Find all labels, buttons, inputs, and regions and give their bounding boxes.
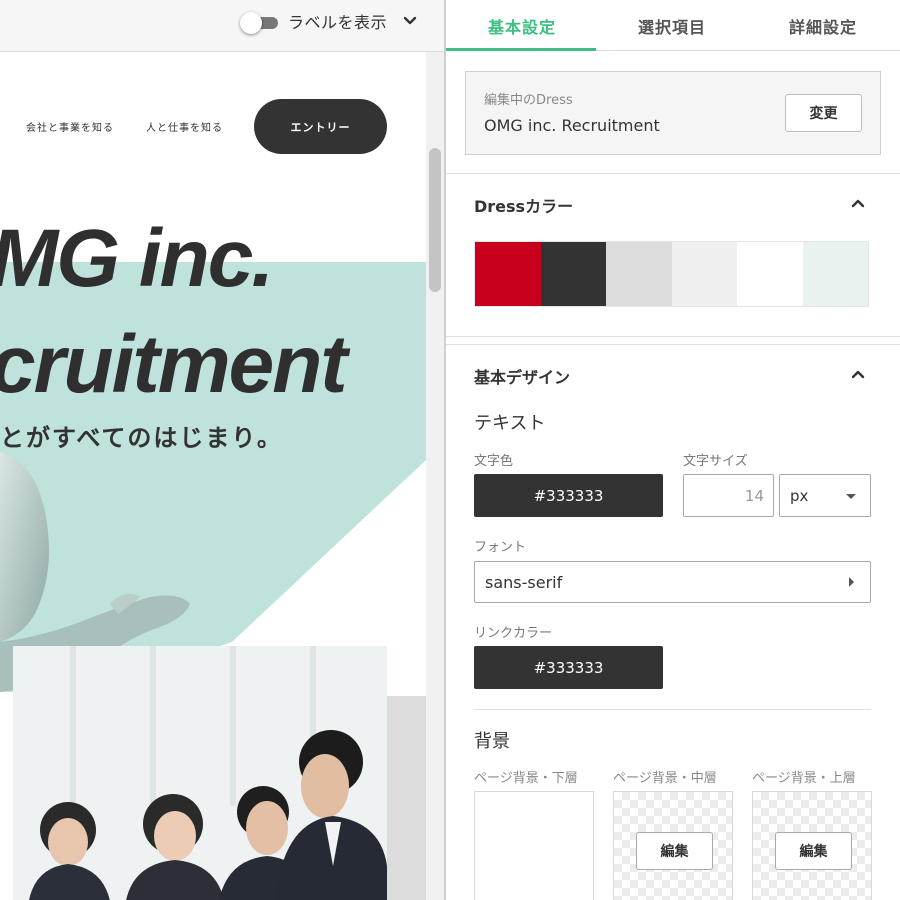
- dress-caption: 編集中のDress: [484, 93, 573, 108]
- unit-value: px: [790, 487, 809, 505]
- text-section-title: テキスト: [474, 413, 546, 434]
- dress-name: OMG inc. Recruitment: [484, 116, 660, 135]
- change-dress-button[interactable]: 変更: [785, 94, 862, 132]
- tab-basic-settings[interactable]: 基本設定: [488, 14, 556, 38]
- team-photo-image: [13, 646, 387, 900]
- active-tab-indicator: [446, 48, 596, 51]
- dress-color-swatches: [474, 241, 869, 307]
- section-divider: [446, 173, 900, 174]
- bg-lower-label: ページ背景・下層: [474, 771, 578, 786]
- chevron-up-icon[interactable]: [850, 367, 866, 381]
- team-photo: [13, 646, 387, 900]
- link-color-label: リンクカラー: [474, 626, 553, 641]
- toggle-knob: [240, 12, 262, 34]
- chevron-up-icon[interactable]: [850, 196, 866, 210]
- section-divider: [446, 344, 900, 345]
- font-label: フォント: [474, 540, 527, 555]
- bg-upper-preview: 編集: [752, 791, 872, 900]
- site-preview-frame: 会社と事業を知る 人と仕事を知る エントリー MG inc. cruitment…: [0, 52, 426, 900]
- color-swatch[interactable]: [475, 242, 541, 306]
- text-color-label: 文字色: [474, 454, 514, 469]
- edit-bg-upper-button[interactable]: 編集: [775, 832, 852, 870]
- label-toggle-text[interactable]: ラベルを表示: [288, 9, 387, 33]
- bg-upper-label: ページ背景・上層: [752, 771, 856, 786]
- bg-middle-label: ページ背景・中層: [613, 771, 717, 786]
- color-swatch[interactable]: [540, 242, 606, 306]
- font-value: sans-serif: [485, 573, 563, 592]
- settings-tabs: 基本設定 選択項目 詳細設定: [446, 0, 900, 51]
- font-size-input[interactable]: 14: [683, 474, 774, 517]
- hero-title-line2: cruitment: [0, 319, 348, 410]
- tab-selection-items[interactable]: 選択項目: [638, 14, 706, 38]
- font-size-unit-select[interactable]: px: [779, 474, 871, 517]
- preview-toolbar: ラベルを表示: [0, 0, 445, 52]
- preview-pane: ラベルを表示 会社と事業を知る 人と仕事を知る エントリー MG inc. cr…: [0, 0, 445, 900]
- font-size-label: 文字サイズ: [683, 454, 748, 469]
- settings-pane: 基本設定 選択項目 詳細設定 編集中のDress OMG inc. Recrui…: [446, 0, 900, 900]
- color-swatch[interactable]: [606, 242, 672, 306]
- caret-right-icon: [849, 577, 854, 587]
- caret-down-icon: [846, 494, 856, 499]
- preview-scrollbar-thumb[interactable]: [429, 148, 441, 292]
- tab-advanced-settings[interactable]: 詳細設定: [789, 14, 857, 38]
- section-divider: [474, 709, 871, 710]
- bg-middle-preview: 編集: [613, 791, 733, 900]
- font-select[interactable]: sans-serif: [474, 561, 871, 603]
- background-section-title: 背景: [474, 731, 510, 752]
- dress-color-title[interactable]: Dressカラー: [474, 193, 573, 217]
- hero-title-line1: MG inc.: [0, 213, 274, 304]
- label-toggle[interactable]: [240, 12, 280, 34]
- basic-design-title[interactable]: 基本デザイン: [474, 364, 570, 388]
- hero-subtitle: とがすべてのはじまり。: [0, 424, 283, 452]
- photo-side-block: [387, 696, 426, 900]
- section-divider: [446, 336, 900, 337]
- current-dress-box: 編集中のDress OMG inc. Recruitment 変更: [465, 71, 881, 155]
- color-swatch[interactable]: [737, 242, 803, 306]
- text-color-field[interactable]: #333333: [474, 474, 663, 517]
- color-swatch[interactable]: [802, 242, 868, 306]
- edit-bg-middle-button[interactable]: 編集: [636, 832, 713, 870]
- color-swatch[interactable]: [671, 242, 737, 306]
- link-color-field[interactable]: #333333: [474, 646, 663, 689]
- bg-lower-preview[interactable]: [474, 791, 594, 900]
- chevron-down-icon[interactable]: [402, 14, 418, 28]
